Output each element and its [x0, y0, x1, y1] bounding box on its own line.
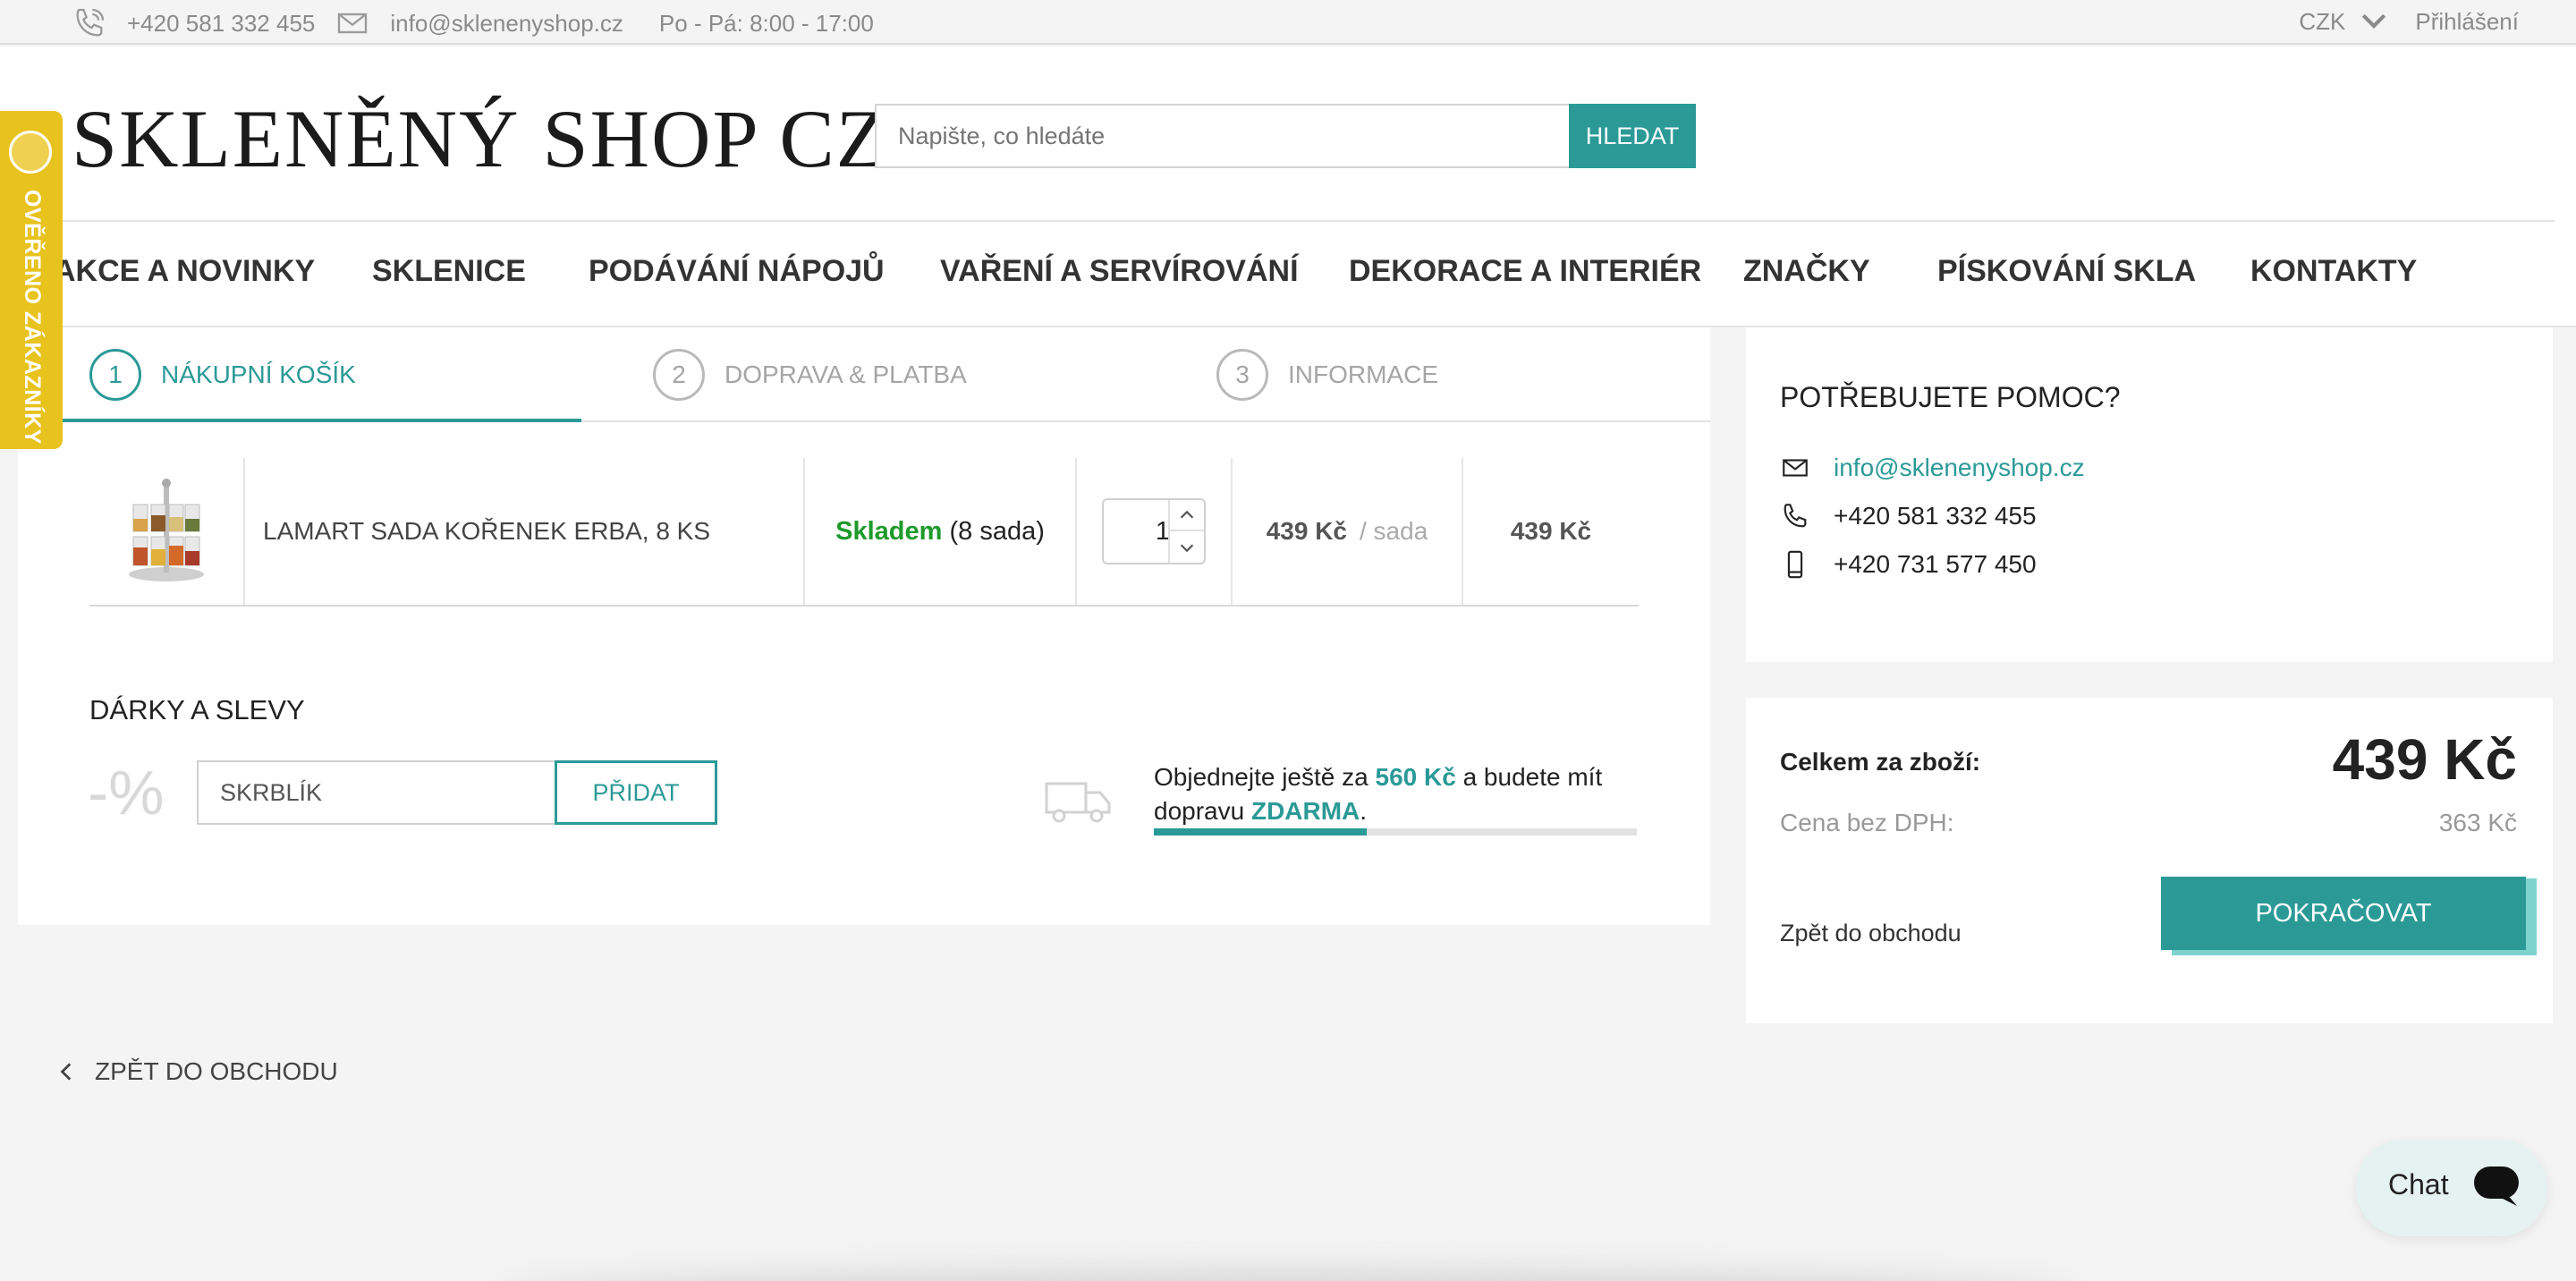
help-panel: POTŘEBUJETE POMOC? info@sklenenyshop.cz …	[1746, 327, 2553, 662]
free-shipping-progress	[1154, 828, 1637, 836]
progress-fill	[1154, 828, 1367, 836]
quantity-input[interactable]: 1	[1104, 500, 1170, 563]
step-information[interactable]: 3 INFORMACE	[1216, 349, 1438, 401]
add-coupon-button[interactable]: PŘIDAT	[555, 760, 717, 825]
header: SKLENĚNÝ SHOP CZ HLEDAT	[0, 47, 2576, 222]
free-shipping-text: Objednejte ještě za 560 Kč a budete mít …	[1154, 763, 1603, 825]
quantity-decrease-icon[interactable]	[1170, 531, 1204, 563]
stock-cell: Skladem (8 sada)	[805, 458, 1077, 605]
search-bar: HLEDAT	[875, 104, 1696, 168]
step-label: INFORMACE	[1288, 361, 1438, 388]
quantity-increase-icon[interactable]	[1170, 500, 1204, 531]
truck-icon	[1045, 782, 1111, 823]
nav-item-dekorace[interactable]: DEKORACE A INTERIÉR	[1349, 254, 1701, 289]
spice-rack-image	[129, 479, 204, 581]
remaining-amount: 560 Kč	[1375, 763, 1456, 791]
vat-value: 363 Kč	[2438, 809, 2517, 836]
search-button[interactable]: HLEDAT	[1569, 104, 1696, 168]
product-name[interactable]: LAMART SADA KOŘENEK ERBA, 8 KS	[263, 517, 710, 546]
step-number: 1	[89, 349, 141, 401]
order-summary: Celkem za zboží: 439 Kč Cena bez DPH: 36…	[1746, 698, 2553, 1023]
badge-text: OVĚŘENO ZÁKAZNÍKY	[19, 189, 45, 445]
chat-widget[interactable]: Chat	[2356, 1140, 2547, 1236]
phone-icon	[70, 4, 109, 43]
verified-customers-badge[interactable]: OVĚŘENO ZÁKAZNÍKY	[0, 111, 63, 449]
checkout-steps: 1 NÁKUPNÍ KOŠÍK 2 DOPRAVA & PLATBA 3 INF…	[18, 327, 1710, 422]
quantity-cell: 1	[1077, 458, 1233, 605]
quantity-stepper[interactable]: 1	[1102, 498, 1206, 564]
top-phone[interactable]: +420 581 332 455	[127, 10, 315, 38]
help-mobile-row: +420 731 577 450	[1780, 549, 2037, 580]
stock-status: Skladem (8 sada)	[835, 517, 1045, 547]
chat-label: Chat	[2388, 1168, 2449, 1200]
unit-price: 439 Kč / sada	[1266, 517, 1428, 545]
back-link-label: ZPĚT DO OBCHODU	[95, 1057, 338, 1085]
total-price-cell: 439 Kč	[1463, 458, 1639, 605]
cart-row: LAMART SADA KOŘENEK ERBA, 8 KS Skladem (…	[89, 458, 1639, 607]
chevron-down-icon	[2362, 13, 2386, 29]
opening-hours: Po - Pá: 8:00 - 17:00	[658, 9, 874, 37]
discount-percent-icon: -%	[88, 758, 165, 827]
stock-label: Skladem	[835, 516, 943, 546]
continue-button[interactable]: POKRAČOVAT	[2161, 877, 2526, 950]
top-bar: +420 581 332 455 info@sklenenyshop.cz Po…	[0, 0, 2576, 45]
currency-select[interactable]: CZK	[2299, 4, 2392, 39]
nav-item-akce[interactable]: AKCE A NOVINKY	[54, 254, 315, 289]
product-name-cell: LAMART SADA KOŘENEK ERBA, 8 KS	[245, 458, 805, 605]
nav-item-sklenice[interactable]: SKLENICE	[372, 254, 526, 289]
help-email[interactable]: info@sklenenyshop.cz	[1834, 454, 2085, 482]
step-label: NÁKUPNÍ KOŠÍK	[161, 361, 356, 388]
chat-bubble-icon	[2474, 1166, 2519, 1206]
stock-quantity: (8 sada)	[949, 516, 1045, 546]
gifts-title: DÁRKY A SLEVY	[89, 694, 305, 725]
row-total-price: 439 Kč	[1510, 517, 1592, 545]
back-to-shop-bottom[interactable]: ZPĚT DO OBCHODU	[55, 1057, 338, 1086]
step-cart[interactable]: 1 NÁKUPNÍ KOŠÍK	[89, 349, 356, 401]
nav-item-kontakty[interactable]: KONTAKTY	[2250, 254, 2417, 289]
free-label: ZDARMA	[1250, 797, 1360, 825]
help-title: POTŘEBUJETE POMOC?	[1780, 381, 2121, 413]
step-label: DOPRAVA & PLATBA	[724, 361, 967, 388]
logo[interactable]: SKLENĚNÝ SHOP CZ	[72, 91, 888, 186]
login-link[interactable]: Přihlášení	[2415, 8, 2519, 36]
page-bottom-shadow	[501, 1270, 2075, 1281]
nav-item-znacky[interactable]: ZNAČKY	[1743, 254, 1870, 289]
seal-icon	[9, 131, 52, 174]
product-image[interactable]	[89, 458, 245, 605]
help-mobile[interactable]: +420 731 577 450	[1834, 550, 2037, 579]
unit-label: / sada	[1360, 517, 1428, 545]
total-label: Celkem za zboží:	[1780, 748, 1981, 776]
total-price: 439 Kč	[2332, 727, 2517, 792]
phone-icon	[1784, 504, 1807, 528]
step-number: 2	[653, 349, 705, 401]
main-nav: AKCE A NOVINKY SKLENICE PODÁVÁNÍ NÁPOJŮ …	[0, 222, 2576, 327]
top-email[interactable]: info@sklenenyshop.cz	[390, 10, 623, 38]
nav-item-vareni[interactable]: VAŘENÍ A SERVÍROVÁNÍ	[940, 254, 1299, 289]
vat-label: Cena bez DPH:	[1780, 809, 1954, 836]
chevron-left-icon	[60, 1063, 72, 1081]
help-phone[interactable]: +420 581 332 455	[1834, 502, 2037, 530]
active-step-underline	[61, 419, 581, 422]
currency-label: CZK	[2299, 7, 2346, 35]
cart-panel: 1 NÁKUPNÍ KOŠÍK 2 DOPRAVA & PLATBA 3 INF…	[18, 327, 1710, 925]
coupon-input[interactable]: SKRBLÍK	[197, 760, 558, 825]
unit-price-cell: 439 Kč / sada	[1233, 458, 1463, 605]
back-to-shop-link[interactable]: Zpět do obchodu	[1780, 920, 1962, 947]
search-input[interactable]	[877, 106, 1569, 166]
mail-icon	[333, 4, 372, 43]
mobile-phone-icon	[1787, 550, 1803, 579]
help-email-row: info@sklenenyshop.cz	[1780, 453, 2085, 483]
nav-item-podavani[interactable]: PODÁVÁNÍ NÁPOJŮ	[589, 254, 885, 289]
mail-icon	[1783, 459, 1808, 477]
step-number: 3	[1216, 349, 1268, 401]
help-phone-row: +420 581 332 455	[1780, 501, 2037, 531]
step-shipping[interactable]: 2 DOPRAVA & PLATBA	[653, 349, 967, 401]
nav-item-piskovani[interactable]: PÍSKOVÁNÍ SKLA	[1937, 254, 2196, 289]
